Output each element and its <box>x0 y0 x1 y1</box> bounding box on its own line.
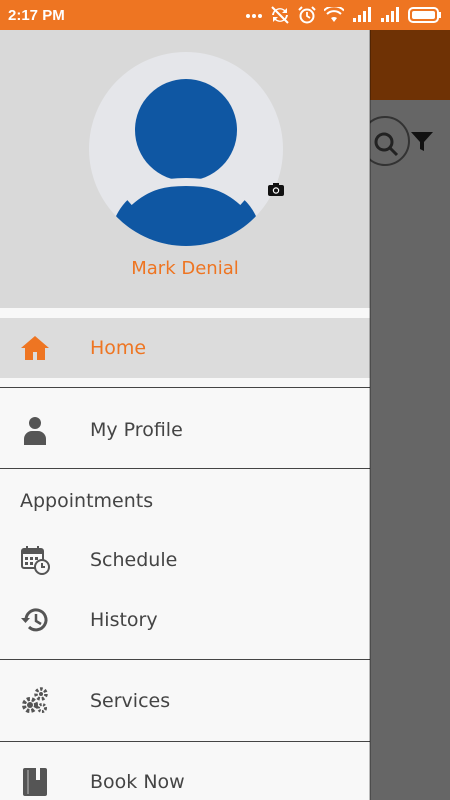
more-dots-icon <box>246 11 262 19</box>
section-title-appointments: Appointments <box>20 490 154 512</box>
divider <box>0 659 370 660</box>
history-icon <box>19 604 51 636</box>
calendar-clock-icon <box>19 544 51 576</box>
signal-icon <box>352 7 372 23</box>
sync-off-icon <box>270 6 290 24</box>
nav-item-home[interactable]: Home <box>0 318 370 378</box>
nav-item-label: Book Now <box>90 771 185 793</box>
background-app[interactable] <box>360 30 450 800</box>
background-toolbar <box>370 30 450 100</box>
nav-item-label: Home <box>90 337 147 359</box>
nav-item-label: Services <box>90 690 171 712</box>
gears-icon <box>19 685 51 717</box>
signal-icon <box>380 7 400 23</box>
status-time: 2:17 PM <box>8 6 65 24</box>
nav-item-label: History <box>90 609 158 631</box>
divider <box>0 387 370 388</box>
nav-item-my-profile[interactable]: My Profile <box>0 400 370 460</box>
home-icon <box>19 332 51 364</box>
camera-icon[interactable] <box>268 181 284 200</box>
user-avatar-icon <box>109 79 263 246</box>
avatar[interactable] <box>89 52 283 246</box>
nav-item-history[interactable]: History <box>0 590 370 650</box>
divider <box>0 741 370 742</box>
status-icons <box>246 6 442 24</box>
drawer-header: Mark Denial <box>0 30 370 308</box>
person-icon <box>19 414 51 446</box>
nav-item-book-now[interactable]: Book Now <box>0 752 370 800</box>
filter-icon[interactable] <box>410 130 434 158</box>
book-icon <box>19 766 51 798</box>
nav-item-schedule[interactable]: Schedule <box>0 530 370 590</box>
drawer-edge-shadow <box>369 30 371 800</box>
user-name: Mark Denial <box>131 258 239 279</box>
alarm-icon <box>298 6 316 24</box>
divider <box>0 468 370 469</box>
nav-item-label: My Profile <box>90 419 183 441</box>
battery-icon <box>408 7 442 23</box>
navigation-drawer: Mark Denial Home My Profile Appointments <box>0 30 370 800</box>
avatar-container[interactable] <box>89 52 284 246</box>
wifi-icon <box>324 7 344 23</box>
nav-item-label: Schedule <box>90 549 178 571</box>
status-bar: 2:17 PM <box>0 0 450 30</box>
nav-item-services[interactable]: Services <box>0 671 370 731</box>
search-icon <box>372 130 400 162</box>
